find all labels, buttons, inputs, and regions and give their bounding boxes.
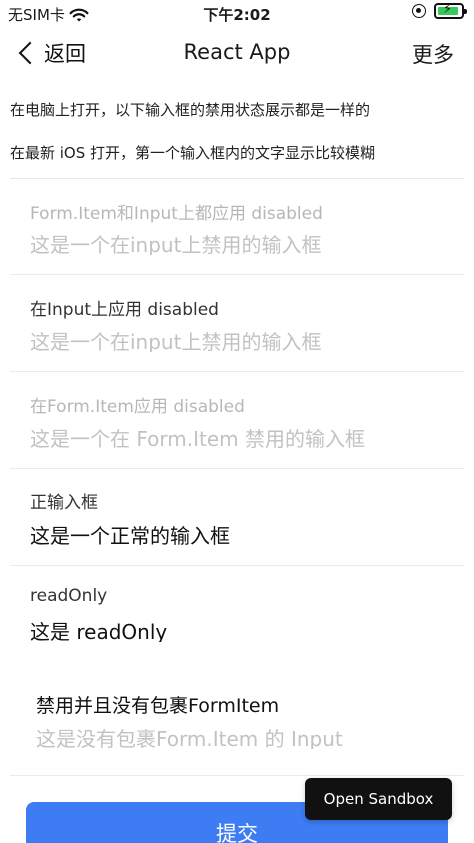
form-item-formitem-disabled: 在Form.Item应用 disabled — [10, 372, 464, 469]
normal-input[interactable] — [30, 522, 444, 546]
form-item-label: 正输入框 — [30, 493, 98, 513]
disabled-input-on-input[interactable] — [30, 328, 444, 352]
standalone-disabled-input[interactable] — [36, 725, 444, 749]
standalone-label: 禁用并且没有包裹FormItem — [36, 695, 280, 717]
status-right: ⚡ — [412, 2, 467, 19]
readonly-input[interactable] — [30, 618, 444, 642]
charging-bolt-icon: ⚡ — [443, 2, 453, 17]
open-sandbox-button[interactable]: Open Sandbox — [305, 778, 452, 820]
disabled-input-on-formitem[interactable] — [30, 425, 444, 449]
nav-bar: 返回 React App 更多 — [0, 34, 474, 74]
battery-icon: ⚡ — [434, 2, 467, 19]
page-title: React App — [183, 40, 291, 64]
note-text-2: 在最新 iOS 打开，第一个输入框内的文字显示比较模糊 — [10, 144, 376, 162]
form-item-label: Form.Item和Input上都应用 disabled — [30, 204, 323, 224]
standalone-disabled-block: 禁用并且没有包裹FormItem — [10, 680, 464, 776]
form-item-label: 在Input上应用 disabled — [30, 300, 219, 320]
form-item-input-disabled: 在Input上应用 disabled — [10, 275, 464, 372]
status-time: 下午2:02 — [203, 6, 271, 24]
item-divider — [10, 775, 464, 776]
disabled-input-both[interactable] — [30, 231, 444, 255]
note-text-1: 在电脑上打开，以下输入框的禁用状态展示都是一样的 — [10, 101, 371, 119]
more-button[interactable]: 更多 — [412, 39, 454, 69]
orientation-lock-icon — [412, 4, 426, 18]
form-item-label: readOnly — [30, 586, 108, 606]
form-item-label: 在Form.Item应用 disabled — [30, 397, 245, 417]
form-item-both-disabled: Form.Item和Input上都应用 disabled — [10, 178, 464, 275]
form-item-readonly: readOnly — [10, 566, 464, 656]
form-item-normal: 正输入框 — [10, 469, 464, 566]
status-bar: 无SIM卡 下午2:02 ⚡ — [0, 0, 474, 26]
